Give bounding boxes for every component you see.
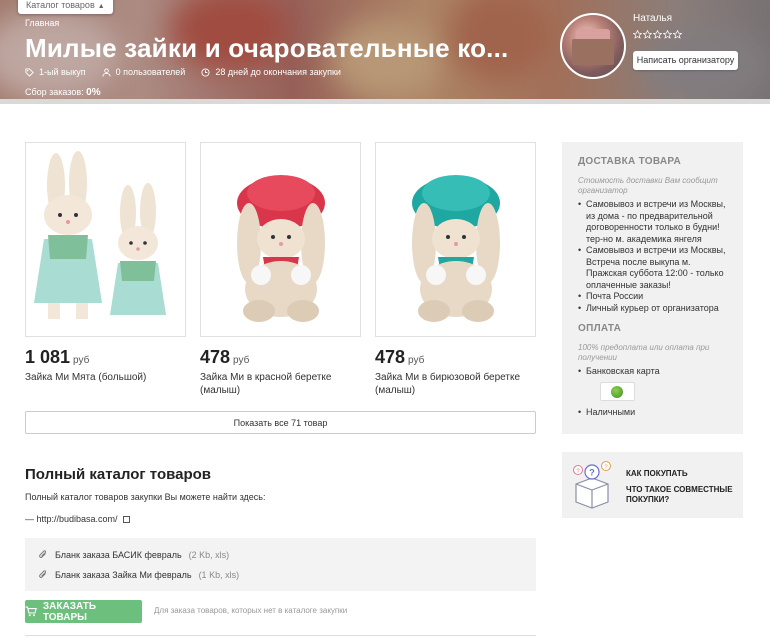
product-name[interactable]: Зайка Ми в красной беретке (малыш) bbox=[200, 371, 361, 397]
payment-item: Банковская карта bbox=[578, 366, 727, 378]
question-box-icon: ? ? ? bbox=[573, 461, 611, 509]
delivery-note: Стоимость доставки Вам сообщит организат… bbox=[578, 176, 718, 195]
divider bbox=[25, 635, 536, 636]
full-catalog-text: Полный каталог товаров закупки Вы можете… bbox=[25, 492, 266, 502]
page-title: Милые зайки и очаровательные ко... bbox=[25, 33, 509, 63]
user-icon bbox=[102, 67, 111, 77]
payment-list: Наличными bbox=[578, 407, 727, 419]
hero-divider bbox=[0, 99, 770, 104]
star-icon bbox=[663, 30, 672, 39]
product-price: 478 руб bbox=[375, 347, 425, 367]
delivery-item: Самовывоз и встречи из Москвы, Встреча п… bbox=[578, 245, 727, 291]
delivery-title: ДОСТАВКА ТОВАРА bbox=[578, 156, 681, 167]
product-price: 1 081 руб bbox=[25, 347, 90, 367]
star-icon bbox=[633, 30, 642, 39]
payment-note: 100% предоплата или оплата при получении bbox=[578, 343, 710, 362]
product-card[interactable]: 478 руб Зайка Ми в бирюзовой беретке (мал… bbox=[375, 142, 536, 397]
product-card[interactable]: 1 081 руб Зайка Ми Мята (большой) bbox=[25, 142, 186, 384]
organizer-name[interactable]: Наталья bbox=[633, 13, 672, 24]
how-to-buy-card[interactable]: ? ? ? КАК ПОКУПАТЬ ЧТО ТАКОЕ СОВМЕСТНЫЕ … bbox=[562, 452, 743, 518]
payment-item: Наличными bbox=[578, 407, 727, 419]
star-icon bbox=[643, 30, 652, 39]
show-all-products-button[interactable]: Показать все 71 товар bbox=[25, 411, 536, 434]
attachment-item[interactable]: Бланк заказа Зайка Ми февраль (1 Kb, xls) bbox=[38, 570, 239, 580]
product-image[interactable] bbox=[375, 142, 536, 337]
organizer-rating bbox=[633, 30, 682, 39]
how-to-buy-link[interactable]: КАК ПОКУПАТЬ bbox=[626, 469, 688, 478]
paperclip-icon bbox=[39, 570, 47, 578]
breadcrumb[interactable]: Главная bbox=[25, 18, 59, 28]
organizer-avatar[interactable] bbox=[560, 13, 626, 79]
catalog-dropdown-button[interactable]: Каталог товаров ▲ bbox=[18, 0, 113, 14]
external-link-icon bbox=[122, 515, 130, 523]
delivery-item: Почта России bbox=[578, 291, 727, 303]
purchase-meta: 1-ый выкуп 0 пользователей 28 дней до ок… bbox=[25, 67, 341, 77]
cart-icon bbox=[25, 606, 37, 617]
product-price: 478 руб bbox=[200, 347, 250, 367]
delivery-payment-panel: ДОСТАВКА ТОВАРА Стоимость доставки Вам с… bbox=[562, 142, 743, 434]
delivery-list: Самовывоз и встречи из Москвы, из дома -… bbox=[578, 199, 727, 314]
product-image[interactable] bbox=[25, 142, 186, 337]
delivery-item: Самовывоз и встречи из Москвы, из дома -… bbox=[578, 199, 727, 245]
meta-deadline: 28 дней до окончания закупки bbox=[201, 67, 341, 77]
bunny-mint-image bbox=[34, 151, 166, 319]
product-card[interactable]: 478 руб Зайка Ми в красной беретке (малыш… bbox=[200, 142, 361, 397]
write-organizer-button[interactable]: Написать организатору bbox=[633, 51, 738, 70]
attachment-size: (2 Kb, xls) bbox=[188, 550, 230, 560]
bunny-turquoise-beret-image bbox=[412, 175, 500, 322]
attachment-name[interactable]: Бланк заказа Зайка Ми февраль bbox=[55, 570, 192, 580]
sberbank-logo-icon bbox=[600, 381, 635, 401]
paperclip-icon bbox=[39, 550, 47, 558]
orders-progress: Сбор заказов: 0% bbox=[25, 87, 101, 98]
meta-issue: 1-ый выкуп bbox=[25, 67, 86, 77]
full-catalog-title: Полный каталог товаров bbox=[25, 466, 212, 483]
payment-title: ОПЛАТА bbox=[578, 323, 622, 334]
star-icon bbox=[673, 30, 682, 39]
clock-icon bbox=[201, 67, 210, 77]
delivery-item: Личный курьер от организатора bbox=[578, 303, 727, 315]
order-note: Для заказа товаров, которых нет в катало… bbox=[154, 606, 348, 615]
attachments-list: Бланк заказа БАСИК февраль (2 Kb, xls) Бл… bbox=[25, 538, 536, 591]
attachment-item[interactable]: Бланк заказа БАСИК февраль (2 Kb, xls) bbox=[38, 550, 229, 560]
caret-down-icon: ▲ bbox=[97, 3, 105, 10]
attachment-size: (1 Kb, xls) bbox=[198, 570, 240, 580]
order-goods-button[interactable]: ЗАКАЗАТЬ ТОВАРЫ bbox=[25, 600, 142, 623]
catalog-link[interactable]: — http://budibasa.com/ bbox=[25, 514, 130, 524]
star-icon bbox=[653, 30, 662, 39]
product-name[interactable]: Зайка Ми в бирюзовой беретке (малыш) bbox=[375, 371, 536, 397]
attachment-name[interactable]: Бланк заказа БАСИК февраль bbox=[55, 550, 182, 560]
payment-list: Банковская карта bbox=[578, 366, 727, 378]
product-name[interactable]: Зайка Ми Мята (большой) bbox=[25, 371, 186, 384]
meta-users: 0 пользователей bbox=[102, 67, 185, 77]
bunny-red-beret-image bbox=[237, 175, 325, 322]
product-image[interactable] bbox=[200, 142, 361, 337]
svg-text:?: ? bbox=[589, 468, 595, 478]
tag-icon bbox=[25, 67, 34, 77]
catalog-button-label: Каталог товаров bbox=[26, 0, 95, 10]
what-is-joint-purchase-link[interactable]: ЧТО ТАКОЕ СОВМЕСТНЫЕ ПОКУПКИ? bbox=[626, 485, 736, 505]
